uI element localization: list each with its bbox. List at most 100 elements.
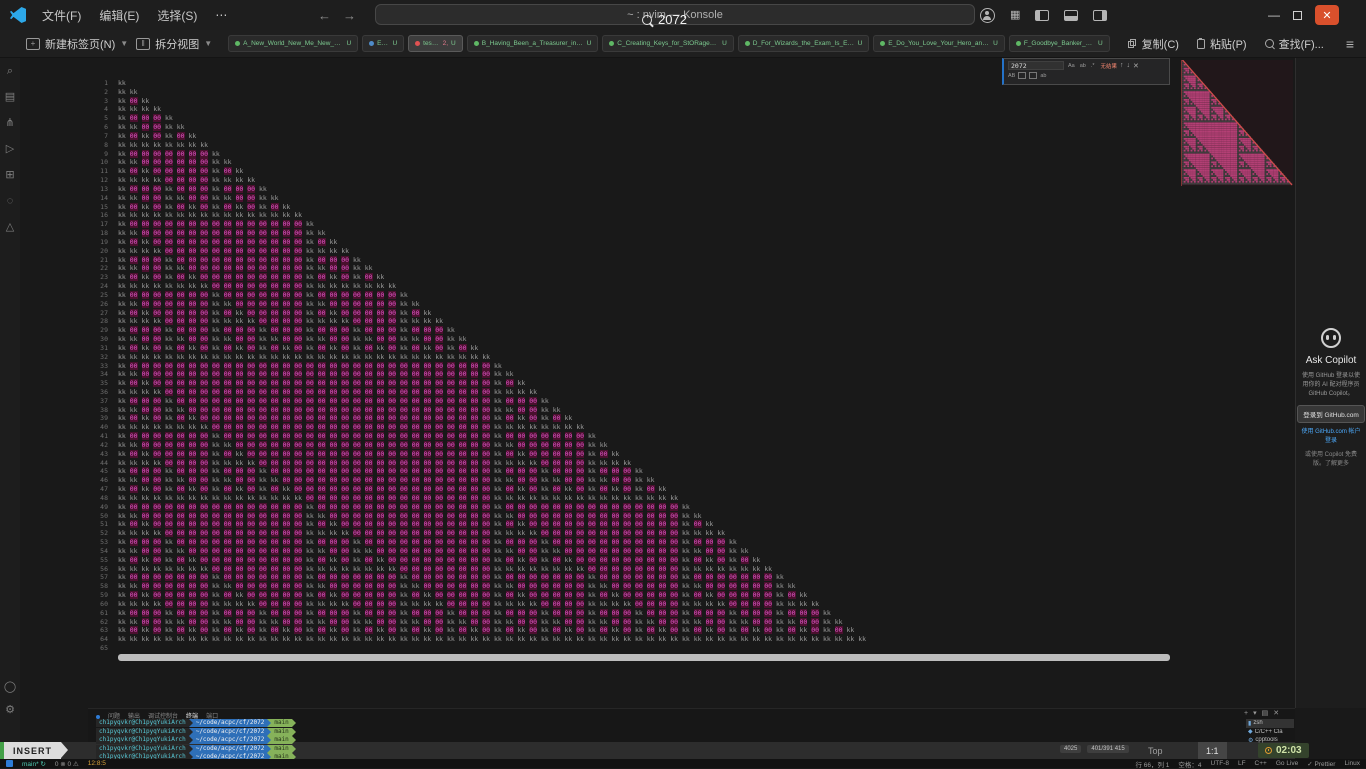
line-number: 51 [20, 520, 108, 529]
statusbar-right-item-2[interactable]: UTF-8 [1211, 760, 1229, 767]
paste-button[interactable]: 粘贴(P) [1197, 36, 1247, 52]
activity-bar: ⌕ ▤ ⋔ ▷ ⊞ ◌ △ [0, 58, 20, 760]
tab-F_Goodbye_Banker_Life.cpp[interactable]: F_Goodbye_Banker_Life.cppU [1009, 35, 1110, 52]
panel-indicator-icon [96, 715, 100, 719]
explorer-icon[interactable]: ▤ [5, 92, 15, 103]
find-toggle-.*[interactable]: .* [1090, 63, 1096, 69]
find-input[interactable] [1008, 61, 1064, 70]
statusbar-right-item-1[interactable]: 空格：4 [1178, 759, 1201, 769]
line-text: kk kk kk kk 00 00 00 00 00 00 00 00 00 0… [118, 388, 537, 397]
editor-line: 36kk kk kk kk 00 00 00 00 00 00 00 00 00… [20, 388, 1295, 397]
panel-control-0[interactable]: + [1244, 710, 1248, 717]
editor-line: 39kk 00 kk 00 kk 00 kk 00 00 00 00 00 00… [20, 414, 1295, 423]
statusbar-right-item-0[interactable]: 行 66，列 1 [1135, 759, 1169, 769]
back-icon[interactable]: ← [318, 8, 331, 23]
statusbar-right-item-6[interactable]: ✓ Prettier [1307, 760, 1335, 768]
statusbar-right-item-5[interactable]: Go Live [1276, 760, 1298, 767]
terminal-rows[interactable]: ch1pyqvkr@Ch1pyqYukiArch~/code/acpc/cf/2… [96, 719, 296, 762]
menu-item-0[interactable]: 文件(F) [34, 5, 89, 26]
statusbar-right: 行 66，列 1 空格：4 UTF-8 LF C++ Go Live ✓ Prettier L… [1135, 759, 1360, 769]
editor-line: 27kk 00 kk 00 00 00 00 00 kk 00 kk 00 00… [20, 309, 1295, 318]
panel-control-3[interactable]: ✕ [1273, 710, 1279, 717]
toggle-sidebar-icon[interactable] [1035, 10, 1049, 21]
remote-icon[interactable] [6, 760, 13, 767]
terminal-list-item-cpptools[interactable]: ⚙cpptools [1246, 736, 1294, 745]
menu-item-1[interactable]: 编辑(E) [91, 5, 147, 26]
toggle-panel-icon[interactable] [1064, 10, 1078, 21]
account-icon[interactable]: ◯ [4, 682, 16, 693]
copilot-signin-link[interactable]: 使用 GitHub.com 帐户登录 [1296, 428, 1366, 446]
find-prev-icon[interactable]: ↑ [1120, 62, 1124, 69]
copilot-panel: Ask Copilot 使用 GitHub 登录以使用你的 AI 配对程序员 G… [1295, 58, 1366, 708]
powerline-arrow [292, 736, 296, 744]
split-view-button[interactable]: ‖ 拆分视图 ▼ [136, 36, 212, 52]
minimap[interactable] [1181, 60, 1293, 186]
account-icon[interactable] [980, 8, 995, 23]
maximize-icon[interactable] [1293, 11, 1302, 20]
testing-icon[interactable]: △ [6, 222, 14, 233]
find-next-icon[interactable]: ↓ [1127, 62, 1131, 69]
find-button[interactable]: 查找(F)... [1265, 36, 1324, 52]
line-text: kk kk kk kk kk kk kk kk [118, 141, 208, 150]
copilot-signin-button[interactable]: 登录到 GitHub.com [1297, 405, 1365, 423]
terminal-list-item-C/C++ Cla[interactable]: ◆C/C++ Cla [1246, 728, 1294, 737]
statusbar-right-item-7[interactable]: Linux [1344, 760, 1360, 767]
statusbar-left-item-2[interactable]: 12:8:5 [88, 760, 106, 767]
extensions-icon[interactable]: ⊞ [5, 170, 14, 181]
forward-icon[interactable]: → [343, 8, 356, 23]
line-number: 53 [20, 538, 108, 547]
editor-line: 63kk 00 kk 00 kk 00 kk 00 kk 00 kk 00 kk… [20, 626, 1295, 635]
line-text: kk 00 kk 00 00 00 00 00 00 00 00 00 00 0… [118, 379, 525, 388]
tab-A_New_World_New_Me_New_Array.cpp[interactable]: A_New_World_New_Me_New_Array.cppU [228, 35, 358, 52]
find-close-icon[interactable]: ✕ [1133, 62, 1139, 70]
find-toggle-ab[interactable]: ab [1079, 63, 1087, 69]
line-text: kk 00 kk 00 kk 00 kk 00 kk 00 kk 00 kk 0… [118, 626, 854, 635]
run-debug-icon[interactable]: ▷ [6, 144, 14, 155]
find-option-icon[interactable] [1029, 72, 1037, 79]
statusbar-right-item-3[interactable]: LF [1238, 760, 1246, 767]
find-option-icon[interactable] [1018, 72, 1026, 79]
source-control-icon[interactable]: ⋔ [5, 118, 14, 129]
chevron-down-icon[interactable]: ▼ [120, 39, 128, 48]
editor[interactable]: 1kk2kk kk3kk 00 kk4kk kk kk kk5kk 00 00 … [20, 58, 1295, 708]
tab-B_Having_Been_a_Treasurer_in_the_Past_I_Help_Goblins_Deceive.cpp[interactable]: B_Having_Been_a_Treasurer_in_the_Past_I_… [467, 35, 599, 52]
toggle-secondary-sidebar-icon[interactable] [1093, 10, 1107, 21]
file-icon [369, 41, 374, 46]
panel-control-1[interactable]: ▾ [1253, 710, 1257, 717]
search-icon[interactable]: ⌕ [7, 66, 13, 77]
horizontal-scrollbar[interactable] [118, 654, 1170, 661]
new-tab-button[interactable]: + 新建标签页(N) ▼ [26, 36, 128, 52]
tab-label: F_Goodbye_Banker_Life.cpp [1024, 40, 1095, 47]
line-number: 30 [20, 335, 108, 344]
hamburger-menu-icon[interactable]: ≡ [1346, 36, 1354, 52]
vim-mode-segment: INSERT [0, 742, 68, 759]
prompt-path: ~/code/acpc/cf/2072 [193, 736, 268, 744]
tab-E_Do_You_Love_Your_Hero_and_His_Two-Hit_Multi-Target_Attacks.cpp[interactable]: E_Do_You_Love_Your_Hero_and_His_Two-Hit_… [873, 35, 1005, 52]
statusbar-left-item-1[interactable]: 0 ⊗ 0 ⚠ [55, 760, 79, 768]
tab-test.cpp[interactable]: test.cpp2,U [408, 35, 463, 52]
copy-button[interactable]: 复制(C) [1128, 36, 1179, 52]
close-button[interactable]: ✕ [1315, 5, 1339, 25]
settings-icon[interactable]: ⚙ [5, 705, 15, 716]
line-number: 46 [20, 476, 108, 485]
line-text: kk kk 00 00 00 00 00 00 00 00 00 00 00 0… [118, 370, 514, 379]
tab-label: test.cpp [423, 40, 439, 47]
terminal-label: C/C++ Cla [1255, 729, 1283, 735]
tab-C_Creating_Keys_for_StORages_Has_Become_My_Main_Skill.cpp[interactable]: C_Creating_Keys_for_StORages_Has_Become_… [602, 35, 734, 52]
tab-D_For_Wizards_the_Exam_Is_Easy_but_I_Couldnt_Handle_My_Emotions.cpp[interactable]: D_For_Wizards_the_Exam_Is_Easy_but_I_Cou… [738, 35, 870, 52]
line-text: kk 00 00 00 kk 00 00 00 00 00 00 00 00 0… [118, 538, 737, 547]
minimize-icon[interactable]: — [1268, 9, 1280, 21]
line-number: 25 [20, 291, 108, 300]
tab-E.cpp[interactable]: E.cppU [362, 35, 404, 52]
grid-icon[interactable]: ▦ [1010, 10, 1020, 21]
statusbar-right-item-4[interactable]: C++ [1255, 760, 1267, 767]
chevron-down-icon[interactable]: ▼ [204, 39, 212, 48]
menu-item-3[interactable]: ⋯ [207, 6, 235, 24]
panel-control-2[interactable]: ▤ [1262, 710, 1269, 717]
menu-item-2[interactable]: 选择(S) [149, 5, 205, 26]
find-toggle-Aa[interactable]: Aa [1067, 63, 1076, 69]
statusbar-left-item-0[interactable]: main* ↻ [22, 760, 46, 768]
replace-toggle-icon[interactable]: AB [1008, 73, 1015, 79]
terminal-list-item-zsh[interactable]: ▮zsh [1246, 719, 1294, 728]
chat-icon[interactable]: ◌ [7, 196, 14, 207]
